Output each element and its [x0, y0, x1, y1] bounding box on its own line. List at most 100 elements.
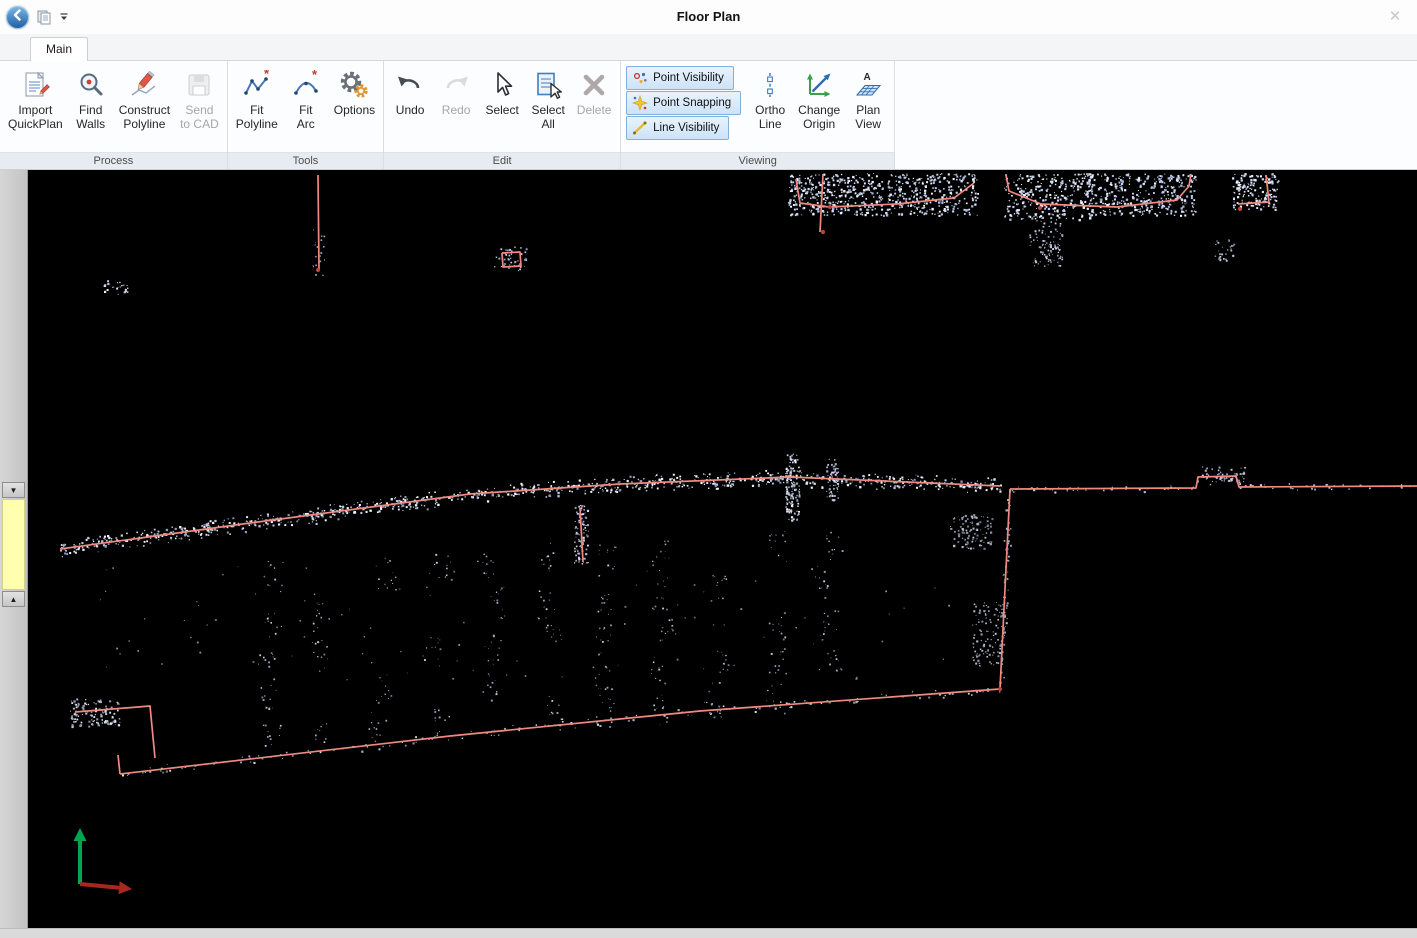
button-label-line1: Select [485, 103, 518, 117]
button-label-line1: Delete [577, 103, 612, 117]
scatter-sofa-left-cloud [788, 173, 979, 217]
close-button[interactable]: ✕ [1373, 0, 1417, 34]
button-label-line2: Origin [803, 117, 835, 131]
button-label-line2: Polyline [123, 117, 165, 131]
ribbon-tab-row: Main [0, 34, 1417, 61]
wall-line-room-right-wall[interactable] [1000, 489, 1010, 689]
ribbon-button-plan-view[interactable]: A PlanView [845, 64, 891, 131]
bottom-strip [0, 928, 1417, 938]
scatter-sofa-right-cloud-a [1004, 173, 1094, 221]
group-label: Edit [384, 152, 620, 169]
svg-text:*: * [312, 70, 318, 82]
button-label-line1: Plan [856, 103, 880, 117]
ribbon-button-fit-arc[interactable]: *FitArc [283, 64, 329, 131]
scatter-right-blob-a [950, 514, 993, 550]
toggle-label: Point Visibility [653, 72, 724, 84]
button-label-line1: Find [79, 103, 102, 117]
options-icon [339, 67, 369, 103]
line-visibility-icon [631, 120, 648, 137]
button-label-line1: Construct [119, 103, 170, 117]
button-label-line1: Redo [442, 103, 471, 117]
copy-icon[interactable] [36, 9, 52, 25]
button-label-line2: Polyline [236, 117, 278, 131]
ribbon-button-find-walls[interactable]: FindWalls [68, 64, 114, 131]
quick-access-dropdown-icon[interactable] [59, 12, 69, 22]
wall-line-interior-wall[interactable] [580, 508, 583, 562]
floor-plan-window: Floor Plan ✕ Main ImportQuickPlanFindWal… [0, 0, 1417, 938]
group-label: Viewing [621, 152, 894, 169]
orientation-axis-indicator [74, 828, 133, 894]
wall-line-sofa-left-vertical[interactable] [820, 174, 823, 232]
point-cloud-viewport[interactable] [28, 170, 1417, 928]
ribbon-button-select-all[interactable]: SelectAll [525, 64, 571, 131]
button-label-line2: Walls [76, 117, 105, 131]
scatter-left-notch-cloud [70, 699, 120, 729]
button-label-line1: Send [185, 103, 213, 117]
change-origin-icon [804, 67, 834, 103]
scatter-pillar-streak-a [785, 454, 801, 522]
tab-main[interactable]: Main [30, 37, 88, 61]
fit-polyline-icon: * [242, 67, 272, 103]
button-label-line2: All [541, 117, 554, 131]
ribbon-button-options[interactable]: Options [329, 64, 380, 131]
point-snapping-icon [631, 95, 648, 112]
button-label-line1: Change [798, 103, 840, 117]
ribbon-button-send-to-cad[interactable]: Sendto CAD [175, 64, 224, 131]
toggle-line-visibility[interactable]: Line Visibility [626, 116, 729, 140]
scroll-down-button[interactable]: ▼ [2, 482, 25, 498]
redo-icon [441, 67, 471, 103]
scroll-range-indicator[interactable] [2, 499, 25, 590]
ribbon-button-construct-polyline[interactable]: ConstructPolyline [114, 64, 175, 131]
ribbon-button-import-quickplan[interactable]: ImportQuickPlan [3, 64, 68, 131]
ribbon-group-process: ImportQuickPlanFindWallsConstructPolylin… [0, 61, 228, 169]
button-label-line2: Line [759, 117, 782, 131]
ribbon-button-delete[interactable]: Delete [571, 64, 617, 131]
undo-icon [395, 67, 425, 103]
button-label-line1: Options [334, 103, 375, 117]
wall-line-room-bottom-wall[interactable] [120, 689, 1000, 774]
construct-polyline-icon [129, 67, 159, 103]
button-label-line1: Select [531, 103, 564, 117]
ribbon-button-change-origin[interactable]: ChangeOrigin [793, 64, 845, 131]
workspace: ▼ ▲ [0, 170, 1417, 928]
ortho-line-icon [755, 67, 785, 103]
ribbon-button-ortho-line[interactable]: OrthoLine [747, 64, 793, 131]
button-label-line1: Undo [396, 103, 425, 117]
toggle-point-snapping[interactable]: Point Snapping [626, 91, 741, 115]
scatter-bit-b [1215, 239, 1235, 262]
button-label-line1: Ortho [755, 103, 785, 117]
ribbon-group-tools: *FitPolyline*FitArcOptionsTools [228, 61, 384, 169]
point-visibility-icon [631, 70, 648, 87]
select-icon [487, 67, 517, 103]
ribbon-button-redo[interactable]: Redo [433, 64, 479, 131]
send-to-cad-icon [184, 67, 214, 103]
vertex-markers [316, 205, 1242, 691]
button-label-line2: View [855, 117, 881, 131]
ribbon-button-select[interactable]: Select [479, 64, 525, 131]
svg-text:A: A [864, 72, 871, 83]
scatter-column-grid [258, 531, 844, 746]
scroll-up-button[interactable]: ▲ [2, 591, 25, 607]
group-label: Process [0, 152, 227, 169]
ribbon: ImportQuickPlanFindWallsConstructPolylin… [0, 61, 1417, 170]
ribbon-button-fit-polyline[interactable]: *FitPolyline [231, 64, 283, 131]
import-quickplan-icon [20, 67, 50, 103]
ribbon-group-viewing: Point Visibility Point Snapping Line Visib… [621, 61, 895, 169]
svg-text:*: * [264, 70, 270, 81]
wall-line-sofa-right-outline[interactable] [1006, 174, 1191, 207]
scatter-top-left-bit [104, 280, 129, 295]
toggle-point-visibility[interactable]: Point Visibility [626, 66, 734, 90]
wall-line-upper-right-wall[interactable] [1010, 476, 1417, 489]
select-all-icon [533, 67, 563, 103]
group-label: Tools [228, 152, 383, 169]
viewing-toggle-stack: Point Visibility Point Snapping Line Visib… [626, 66, 741, 140]
wall-line-wall-top-left-vertical[interactable] [318, 175, 319, 270]
fit-arc-icon: * [291, 67, 321, 103]
left-scrollbar: ▼ ▲ [0, 170, 28, 928]
ribbon-button-undo[interactable]: Undo [387, 64, 433, 131]
wall-line-room-left-corner[interactable] [118, 755, 120, 774]
toggle-label: Point Snapping [653, 97, 731, 109]
button-label-line1: Fit [299, 103, 312, 117]
quick-access-toolbar [0, 6, 69, 29]
back-button[interactable] [6, 6, 29, 29]
